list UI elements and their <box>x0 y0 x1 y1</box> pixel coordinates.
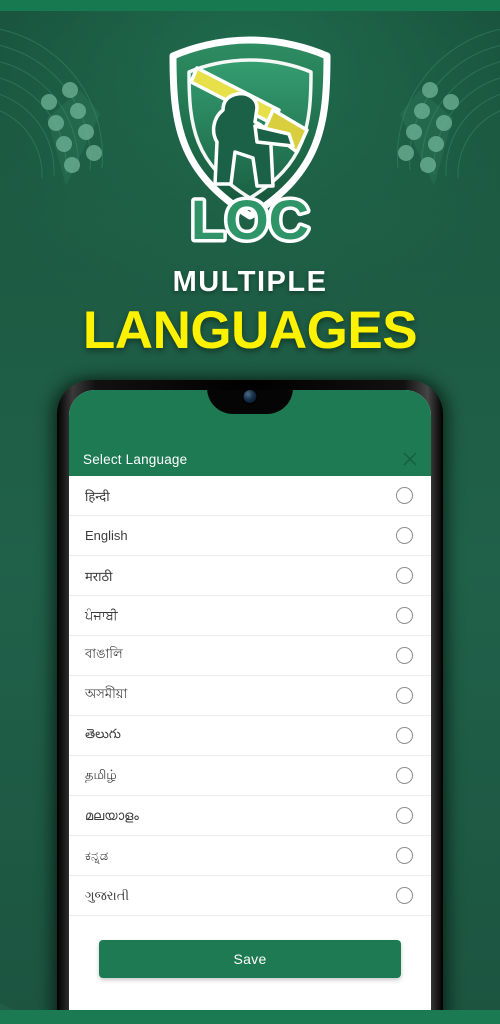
phone-screen: Select Language हिन्दी English मराठी ਪੰਜਾਬੀ… <box>69 390 431 1024</box>
language-label: English <box>85 528 128 543</box>
language-row[interactable]: తెలుగు <box>69 716 431 756</box>
select-language-dialog-header: Select Language <box>69 442 431 476</box>
language-radio-button[interactable] <box>396 807 413 824</box>
language-label: മലയാളം <box>85 807 139 823</box>
language-radio-button[interactable] <box>396 687 413 704</box>
language-list: हिन्दी English मराठी ਪੰਜਾਬੀ বাঙালি অসমীয়া తెల… <box>69 476 431 916</box>
language-label: தமிழ் <box>85 767 117 782</box>
save-area: Save <box>69 916 431 978</box>
language-label: मराठी <box>85 568 113 584</box>
language-radio-button[interactable] <box>396 847 413 864</box>
language-row[interactable]: ગુજરાતી <box>69 876 431 916</box>
language-row[interactable]: हिन्दी <box>69 476 431 516</box>
headline-main-line: LANGUAGES <box>82 301 418 360</box>
language-row[interactable]: English <box>69 516 431 556</box>
language-radio-button[interactable] <box>396 887 413 904</box>
svg-text:LOC: LOC <box>191 188 309 249</box>
language-radio-button[interactable] <box>396 487 413 504</box>
language-label: অসমীয়া <box>85 686 128 701</box>
language-row[interactable]: मराठी <box>69 556 431 596</box>
language-radio-button[interactable] <box>396 567 413 584</box>
headline-top-line: MULTIPLE <box>172 266 328 298</box>
logo-wordmark: LOC <box>187 185 312 250</box>
language-row[interactable]: ಕನ್ನಡ <box>69 836 431 876</box>
language-label: ಕನ್ನಡ <box>85 847 109 863</box>
save-button[interactable]: Save <box>99 940 401 978</box>
dialog-title: Select Language <box>83 451 188 467</box>
language-label: ગુજરાતી <box>85 887 130 903</box>
language-label: हिन्दी <box>85 488 110 504</box>
language-row[interactable]: বাঙালি <box>69 636 431 676</box>
phone-notch-bar <box>69 390 431 442</box>
language-label: ਪੰਜਾਬੀ <box>85 607 118 623</box>
close-icon[interactable] <box>403 452 417 466</box>
language-label: తెలుగు <box>85 726 121 741</box>
language-radio-button[interactable] <box>396 527 413 544</box>
app-logo: LOC <box>0 34 500 249</box>
language-row[interactable]: தமிழ் <box>69 756 431 796</box>
promo-headline: MULTIPLE LANGUAGES <box>0 268 500 359</box>
phone-mockup: Select Language हिन्दी English मराठी ਪੰਜਾਬੀ… <box>57 380 443 1024</box>
language-row[interactable]: ਪੰਜਾਬੀ <box>69 596 431 636</box>
promo-background: LOC MULTIPLE LANGUAGES Select Language ह… <box>0 0 500 1024</box>
top-accent-bar <box>0 0 500 11</box>
language-row[interactable]: മലയാളം <box>69 796 431 836</box>
front-camera-icon <box>243 390 257 403</box>
language-radio-button[interactable] <box>396 727 413 744</box>
language-radio-button[interactable] <box>396 607 413 624</box>
bottom-accent-bar <box>0 1010 500 1024</box>
language-radio-button[interactable] <box>396 767 413 784</box>
waterdrop-notch <box>207 390 293 414</box>
language-radio-button[interactable] <box>396 647 413 664</box>
language-row[interactable]: অসমীয়া <box>69 676 431 716</box>
language-label: বাঙালি <box>85 646 123 661</box>
